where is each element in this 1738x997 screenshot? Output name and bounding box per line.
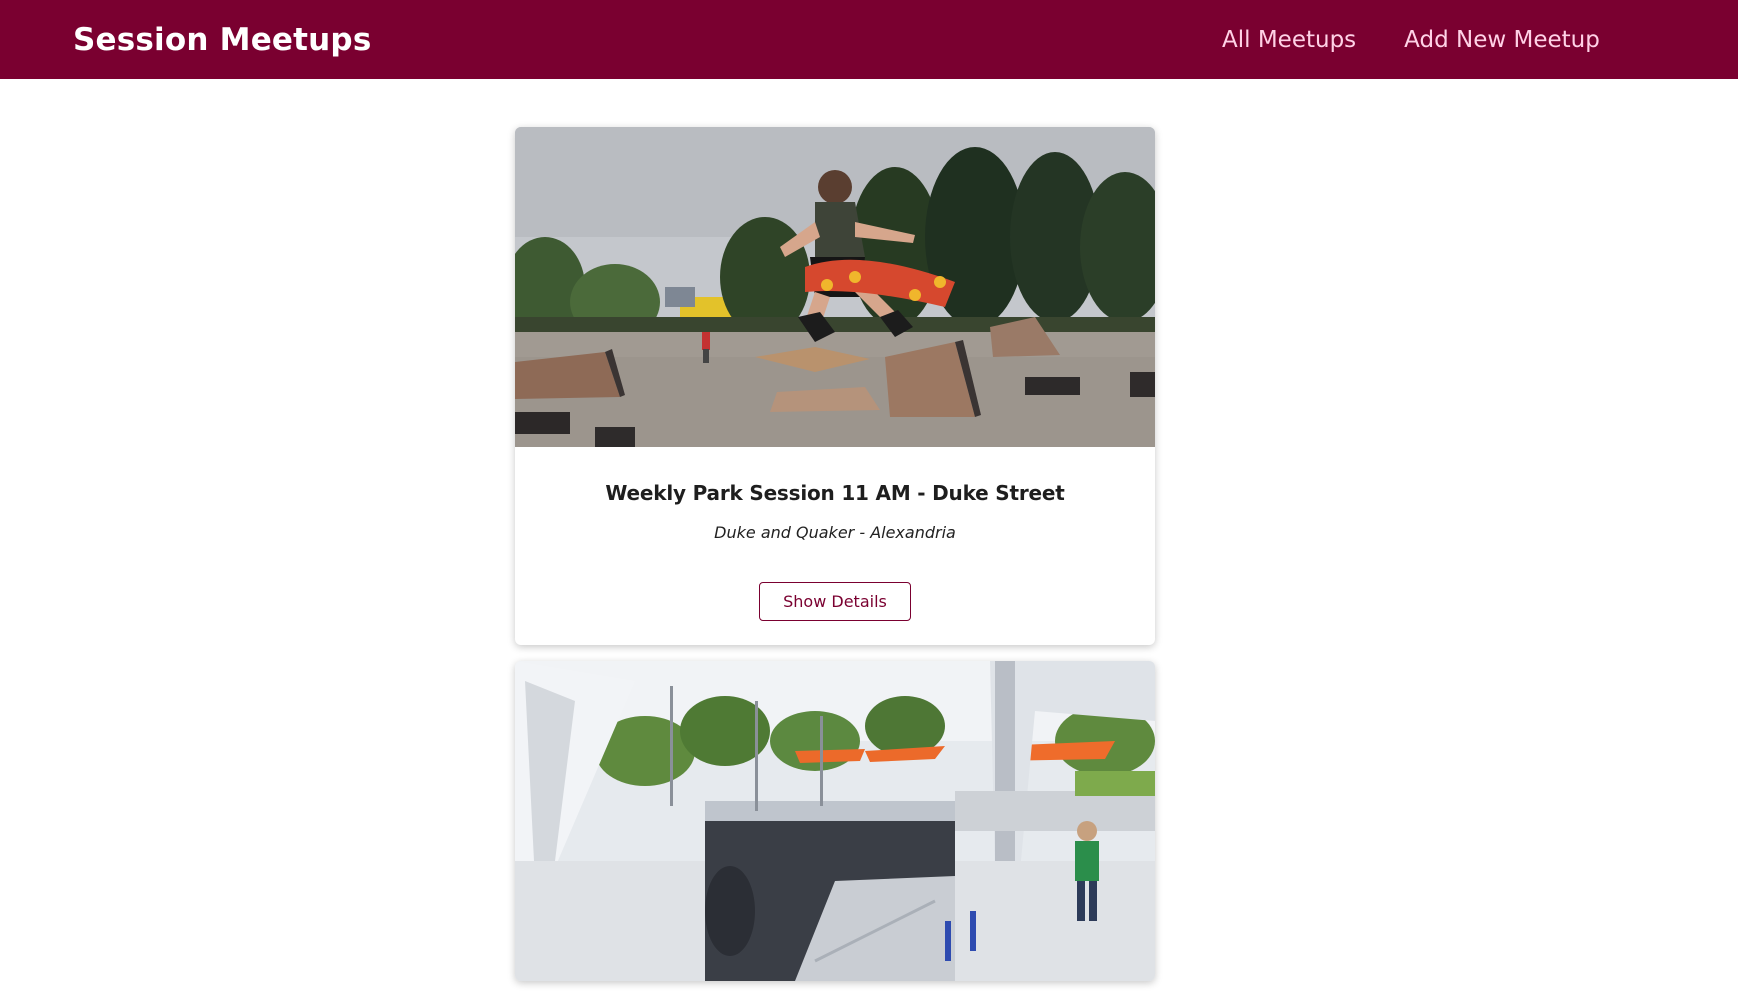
main-nav: All Meetups Add New Meetup bbox=[1222, 24, 1600, 56]
meetup-card bbox=[515, 661, 1155, 981]
meetup-address: Duke and Quaker - Alexandria bbox=[714, 523, 956, 542]
meetup-image-skatepark-render bbox=[515, 661, 1155, 981]
meetup-card-body: Weekly Park Session 11 AM - Duke Street … bbox=[515, 447, 1155, 645]
meetup-image-skatepark-jump bbox=[515, 127, 1155, 447]
top-navbar: Session Meetups All Meetups Add New Meet… bbox=[0, 0, 1738, 79]
app-logo[interactable]: Session Meetups bbox=[73, 20, 371, 60]
meetup-card: Weekly Park Session 11 AM - Duke Street … bbox=[515, 127, 1155, 645]
nav-all-meetups[interactable]: All Meetups bbox=[1222, 24, 1356, 56]
meetup-title: Weekly Park Session 11 AM - Duke Street bbox=[605, 481, 1065, 505]
meetup-list: Weekly Park Session 11 AM - Duke Street … bbox=[515, 127, 1155, 997]
nav-add-new-meetup[interactable]: Add New Meetup bbox=[1404, 24, 1600, 56]
show-details-button[interactable]: Show Details bbox=[759, 582, 911, 621]
